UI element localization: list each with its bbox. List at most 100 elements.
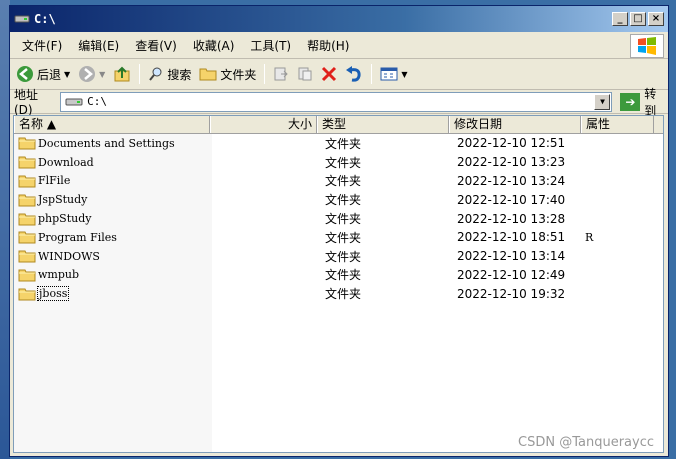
file-name-cell[interactable]: Download bbox=[14, 155, 210, 169]
file-row[interactable]: FlFile 文件夹 2022-12-10 13:24 bbox=[14, 172, 663, 191]
menu-view[interactable]: 查看(V) bbox=[127, 37, 185, 54]
back-label: 后退 bbox=[37, 67, 62, 82]
minimize-button[interactable]: _ bbox=[612, 12, 628, 26]
views-grid-icon bbox=[380, 67, 398, 81]
file-name: FlFile bbox=[38, 174, 71, 188]
file-type: 文件夹 bbox=[325, 230, 362, 245]
file-attributes: R bbox=[585, 230, 594, 244]
column-header-attributes[interactable]: 属性 bbox=[581, 116, 654, 133]
chevron-down-icon[interactable]: ▼ bbox=[99, 70, 105, 79]
watermark: CSDN @Tanqueraycc bbox=[518, 435, 654, 450]
file-list[interactable]: 名称 ▲ 大小 类型 修改日期 属性 Documents and Setting… bbox=[13, 115, 664, 453]
file-name-cell[interactable]: FlFile bbox=[14, 174, 210, 188]
up-folder-button[interactable] bbox=[111, 63, 133, 85]
go-label: 转到 bbox=[644, 86, 657, 118]
column-header-name[interactable]: 名称 ▲ bbox=[14, 116, 210, 133]
file-name-cell[interactable]: JspStudy bbox=[14, 193, 210, 207]
file-date: 2022-12-10 12:51 bbox=[457, 136, 566, 151]
file-type: 文件夹 bbox=[325, 174, 362, 189]
toolbar-separator bbox=[371, 64, 373, 84]
chevron-down-icon[interactable]: ▼ bbox=[401, 70, 407, 79]
title-bar[interactable]: C:\ _ □ × bbox=[10, 6, 668, 32]
file-row[interactable]: JspStudy 文件夹 2022-12-10 17:40 bbox=[14, 190, 663, 209]
file-type: 文件夹 bbox=[325, 287, 362, 302]
file-type: 文件夹 bbox=[325, 212, 362, 227]
menu-bar: 文件(F) 编辑(E) 查看(V) 收藏(A) 工具(T) 帮助(H) bbox=[10, 32, 668, 59]
search-label: 搜索 bbox=[167, 67, 192, 82]
address-input[interactable]: C:\ ▼ bbox=[60, 91, 613, 112]
file-date: 2022-12-10 13:14 bbox=[457, 249, 566, 264]
file-type: 文件夹 bbox=[325, 249, 362, 264]
search-button[interactable]: 搜索 bbox=[146, 64, 193, 85]
file-row[interactable]: wmpub 文件夹 2022-12-10 12:49 bbox=[14, 266, 663, 285]
file-name-cell[interactable]: WINDOWS bbox=[14, 249, 210, 263]
file-name-cell[interactable]: phpStudy bbox=[14, 212, 210, 226]
column-header-row: 名称 ▲ 大小 类型 修改日期 属性 bbox=[14, 116, 663, 134]
file-row[interactable]: Program Files 文件夹 2022-12-10 18:51 R bbox=[14, 228, 663, 247]
folder-icon bbox=[18, 213, 36, 226]
address-bar: 地址(D) C:\ ▼ ➔ 转到 bbox=[10, 87, 668, 118]
folder-icon bbox=[18, 231, 36, 244]
menu-tools[interactable]: 工具(T) bbox=[242, 37, 299, 54]
file-row[interactable]: WINDOWS 文件夹 2022-12-10 13:14 bbox=[14, 247, 663, 266]
file-name-cell[interactable]: Documents and Settings bbox=[14, 136, 210, 150]
views-button[interactable]: ▼ bbox=[378, 64, 409, 84]
file-name-cell[interactable]: wmpub bbox=[14, 268, 210, 282]
file-name-cell[interactable]: jboss bbox=[14, 286, 210, 302]
go-arrow-icon: ➔ bbox=[620, 92, 641, 111]
delete-button[interactable] bbox=[319, 64, 339, 84]
menu-edit[interactable]: 编辑(E) bbox=[70, 37, 127, 54]
file-type: 文件夹 bbox=[325, 136, 362, 151]
menu-help[interactable]: 帮助(H) bbox=[299, 37, 357, 54]
address-value: C:\ bbox=[87, 95, 108, 108]
toolbar-separator bbox=[264, 64, 266, 84]
undo-button[interactable] bbox=[343, 64, 365, 84]
folder-icon bbox=[18, 288, 36, 301]
file-name: WINDOWS bbox=[38, 249, 100, 263]
file-date: 2022-12-10 12:49 bbox=[457, 267, 566, 282]
file-date: 2022-12-10 18:51 bbox=[457, 230, 566, 245]
windows-flag-icon bbox=[638, 37, 656, 55]
close-button[interactable]: × bbox=[648, 12, 664, 26]
file-row[interactable]: Documents and Settings 文件夹 2022-12-10 12:5… bbox=[14, 134, 663, 153]
file-row[interactable]: phpStudy 文件夹 2022-12-10 13:28 bbox=[14, 209, 663, 228]
maximize-button[interactable]: □ bbox=[630, 12, 646, 26]
folder-icon bbox=[199, 68, 217, 81]
file-date: 2022-12-10 19:32 bbox=[457, 286, 566, 301]
column-header-size[interactable]: 大小 bbox=[210, 116, 317, 133]
undo-icon bbox=[346, 66, 361, 82]
file-row[interactable]: jboss 文件夹 2022-12-10 19:32 bbox=[14, 284, 663, 303]
back-button[interactable]: 后退 ▼ bbox=[14, 63, 72, 85]
file-date: 2022-12-10 13:23 bbox=[457, 155, 566, 170]
menu-file[interactable]: 文件(F) bbox=[14, 37, 70, 54]
file-name-cell[interactable]: Program Files bbox=[14, 230, 210, 244]
window-title: C:\ bbox=[34, 12, 56, 26]
file-name: phpStudy bbox=[38, 212, 92, 226]
file-row[interactable]: Download 文件夹 2022-12-10 13:23 bbox=[14, 153, 663, 172]
go-button[interactable]: ➔ 转到 bbox=[620, 85, 668, 119]
file-name: wmpub bbox=[38, 268, 80, 282]
folder-icon bbox=[18, 194, 36, 207]
file-date: 2022-12-10 13:28 bbox=[457, 211, 566, 226]
forward-button[interactable]: ▼ bbox=[76, 63, 107, 85]
chevron-down-icon[interactable]: ▼ bbox=[64, 70, 70, 79]
file-type: 文件夹 bbox=[325, 193, 362, 208]
file-type: 文件夹 bbox=[325, 155, 362, 170]
back-arrow-icon bbox=[17, 66, 33, 82]
column-header-date[interactable]: 修改日期 bbox=[449, 116, 581, 133]
folders-button[interactable]: 文件夹 bbox=[197, 64, 258, 85]
forward-arrow-icon bbox=[79, 66, 96, 82]
folder-icon bbox=[18, 137, 36, 150]
address-dropdown-button[interactable]: ▼ bbox=[594, 93, 611, 110]
column-header-type[interactable]: 类型 bbox=[317, 116, 449, 133]
file-type: 文件夹 bbox=[325, 268, 362, 283]
copy-to-icon bbox=[298, 67, 312, 81]
move-to-button[interactable] bbox=[271, 64, 291, 84]
menu-favorites[interactable]: 收藏(A) bbox=[185, 37, 243, 54]
delete-icon bbox=[322, 66, 337, 82]
move-to-icon bbox=[274, 67, 289, 81]
toolbar: 后退 ▼ ▼ 搜索 文件夹 ▼ bbox=[10, 59, 668, 90]
copy-to-button[interactable] bbox=[295, 64, 315, 84]
folders-label: 文件夹 bbox=[220, 67, 257, 82]
explorer-window: C:\ _ □ × 文件(F) 编辑(E) 查看(V) 收藏(A) 工具(T) … bbox=[9, 5, 669, 457]
